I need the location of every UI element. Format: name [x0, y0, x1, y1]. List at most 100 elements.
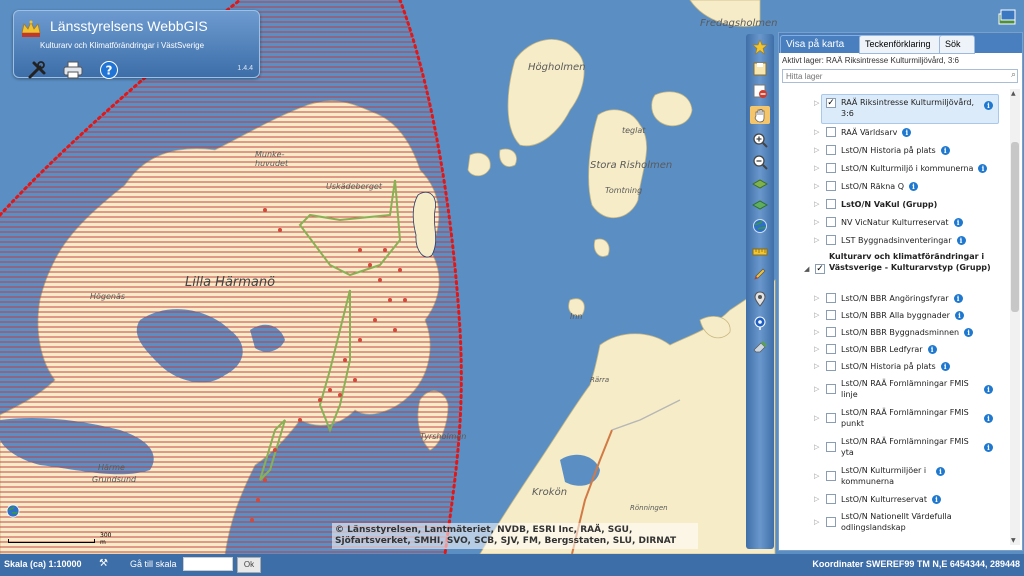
delete-button[interactable]	[750, 82, 770, 100]
info-icon[interactable]: i	[940, 146, 950, 155]
map-label: Munke- huvudet	[255, 150, 289, 168]
scalebar-line	[8, 539, 95, 543]
search-icon[interactable]: ⌕	[1011, 70, 1016, 80]
map-layers-icon[interactable]	[996, 6, 1018, 28]
info-icon[interactable]: i	[936, 467, 945, 476]
pencil-icon	[754, 268, 766, 280]
next-extent-button[interactable]	[750, 196, 770, 214]
expand-arrow-icon[interactable]: ▷	[814, 362, 819, 370]
globe-icon[interactable]	[6, 504, 20, 518]
expand-arrow-icon[interactable]: ▷	[814, 414, 819, 422]
layer-checkbox[interactable]	[826, 384, 836, 394]
expand-arrow-icon[interactable]: ▷	[814, 99, 819, 107]
app-title: Länsstyrelsens WebbGIS	[50, 18, 208, 34]
layer-checkbox[interactable]	[826, 494, 836, 504]
layer-checkbox[interactable]	[826, 471, 836, 481]
layer-checkbox[interactable]	[826, 327, 836, 337]
expand-arrow-icon[interactable]: ▷	[814, 311, 819, 319]
ok-button[interactable]: Ok	[237, 557, 261, 573]
previous-extent-button[interactable]	[750, 175, 770, 193]
expand-arrow-icon[interactable]: ▷	[814, 385, 819, 393]
info-icon[interactable]: i	[964, 328, 974, 337]
info-icon[interactable]: i	[978, 164, 988, 173]
expand-arrow-icon[interactable]: ▷	[814, 294, 819, 302]
save-button[interactable]	[750, 60, 770, 78]
info-icon[interactable]: i	[984, 385, 993, 394]
layer-checkbox[interactable]	[826, 163, 836, 173]
expand-arrow-icon[interactable]: ▷	[814, 518, 819, 526]
full-extent-button[interactable]	[750, 217, 770, 235]
pan-button[interactable]	[750, 106, 770, 124]
layer-checkbox[interactable]: ✓	[826, 98, 836, 108]
info-icon[interactable]: i	[931, 495, 941, 504]
app-subtitle: Kulturarv och Klimatförändringar i VästS…	[40, 41, 205, 50]
layer-checkbox[interactable]: ✓	[815, 264, 825, 274]
layer-checkbox[interactable]	[826, 181, 836, 191]
layer-search-input[interactable]	[782, 69, 1018, 83]
tools-button[interactable]	[26, 59, 48, 81]
info-icon[interactable]: i	[902, 128, 912, 137]
info-icon[interactable]: i	[953, 294, 963, 303]
layer-list-scrollbar[interactable]: ▲ ▼	[1010, 89, 1020, 545]
star-icon	[752, 39, 768, 55]
expand-arrow-icon[interactable]: ▷	[814, 345, 819, 353]
info-icon[interactable]: i	[953, 218, 963, 227]
measure-button[interactable]	[750, 243, 770, 261]
expand-arrow-icon[interactable]: ▷	[814, 200, 819, 208]
info-icon[interactable]: i	[984, 414, 993, 423]
layer-checkbox[interactable]	[826, 293, 836, 303]
map-label: Högenäs	[90, 292, 126, 301]
print-button[interactable]	[62, 59, 84, 81]
layer-checkbox[interactable]	[826, 361, 836, 371]
layer-label: Kulturarv och klimatförändringar i Västs…	[829, 252, 991, 272]
map-label: Lilla Härmanö	[185, 275, 276, 290]
expand-arrow-icon[interactable]: ▷	[814, 146, 819, 154]
expand-arrow-icon[interactable]: ▷	[814, 495, 819, 503]
info-icon[interactable]: i	[984, 101, 993, 110]
coordinate-button[interactable]	[750, 314, 770, 332]
layer-checkbox[interactable]	[826, 217, 836, 227]
expand-arrow-icon[interactable]: ▷	[814, 443, 819, 451]
expand-arrow-icon[interactable]: ▷	[814, 218, 819, 226]
goto-scale-input[interactable]	[183, 557, 233, 571]
favorite-button[interactable]	[750, 38, 770, 56]
expand-arrow-icon[interactable]: ▷	[814, 328, 819, 336]
tab-visa-pa-karta[interactable]: Visa på karta	[780, 35, 867, 53]
scroll-up-icon[interactable]: ▲	[1011, 90, 1016, 97]
identify-button[interactable]	[750, 290, 770, 308]
info-icon[interactable]: i	[909, 182, 919, 191]
zoom-out-button[interactable]	[750, 153, 770, 171]
info-icon[interactable]: i	[984, 443, 993, 452]
app-header: Länsstyrelsens WebbGIS Kulturarv och Kli…	[13, 10, 260, 81]
tab-teckenforklaring[interactable]: Teckenförklaring	[859, 35, 943, 54]
draw-button[interactable]	[750, 265, 770, 283]
tab-sok[interactable]: Sök	[939, 35, 975, 54]
layer-checkbox[interactable]	[826, 235, 836, 245]
help-button[interactable]: ?	[98, 59, 120, 81]
info-icon[interactable]: i	[956, 236, 966, 245]
layer-checkbox[interactable]	[826, 442, 836, 452]
info-icon[interactable]: i	[927, 345, 937, 354]
layer-label: LstO/N RAÄ Fornlämningar FMIS punkt	[841, 408, 969, 428]
zoom-in-button[interactable]	[750, 131, 770, 149]
scroll-thumb[interactable]	[1011, 142, 1019, 312]
layer-checkbox[interactable]	[826, 199, 836, 209]
layer-checkbox[interactable]	[826, 517, 836, 527]
collapse-arrow-icon[interactable]: ◢	[804, 265, 809, 273]
scale-tool-icon[interactable]: ⚒	[99, 558, 108, 569]
layer-checkbox[interactable]	[826, 127, 836, 137]
info-icon[interactable]: i	[954, 311, 964, 320]
expand-arrow-icon[interactable]: ▷	[814, 182, 819, 190]
layer-checkbox[interactable]	[826, 344, 836, 354]
layer-checkbox[interactable]	[826, 145, 836, 155]
expand-arrow-icon[interactable]: ▷	[814, 164, 819, 172]
layer-checkbox[interactable]	[826, 413, 836, 423]
expand-arrow-icon[interactable]: ▷	[814, 128, 819, 136]
layer-checkbox[interactable]	[826, 310, 836, 320]
expand-arrow-icon[interactable]: ▷	[814, 472, 819, 480]
expand-arrow-icon[interactable]: ▷	[814, 236, 819, 244]
layer-label: LstO/N BBR Ledfyrar i	[841, 344, 937, 355]
scroll-down-icon[interactable]: ▼	[1011, 537, 1016, 544]
info-icon[interactable]: i	[940, 362, 950, 371]
clear-button[interactable]	[750, 337, 770, 355]
